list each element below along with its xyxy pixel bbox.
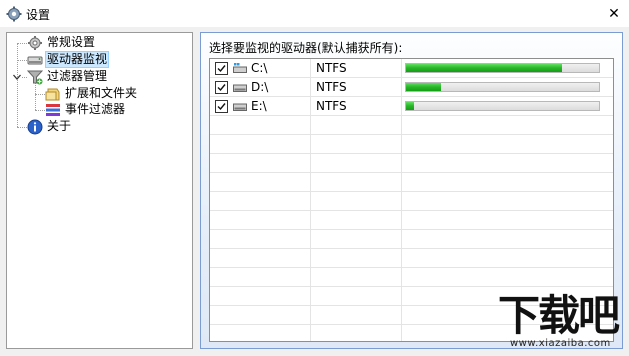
tree-item-label: 常规设置 <box>47 35 96 49</box>
empty-row <box>210 192 613 211</box>
system-drive-icon <box>233 63 247 73</box>
drive-checkbox[interactable] <box>215 99 228 113</box>
check-icon <box>217 102 226 110</box>
tree-item-general-settings[interactable]: 常规设置 <box>27 34 97 51</box>
site-watermark: 下载吧 www.xiazaiba.com <box>486 292 626 354</box>
tree-item-event-filters[interactable]: 事件过滤器 <box>45 101 127 118</box>
drive-checkbox[interactable] <box>215 80 228 94</box>
tree-item-label: 过滤器管理 <box>47 69 108 83</box>
empty-row <box>210 268 613 287</box>
empty-row <box>210 173 613 192</box>
settings-app-icon <box>6 6 22 22</box>
settings-tree[interactable]: 常规设置 驱动器监视 过滤器管理 扩展和文件夹 事件过滤器 关于 <box>6 32 193 349</box>
usage-bar <box>405 101 600 111</box>
tree-connector <box>35 110 45 111</box>
drive-row[interactable]: E:\ NTFS <box>210 97 613 116</box>
gear-icon <box>28 35 42 50</box>
tree-item-extensions-folders[interactable]: 扩展和文件夹 <box>45 85 139 102</box>
drive-cell: E:\ <box>210 97 310 115</box>
event-filter-icon <box>46 103 60 116</box>
usage-bar-fill <box>406 83 441 91</box>
watermark-url: www.xiazaiba.com <box>510 338 611 349</box>
title-bar: 设置 ✕ <box>0 0 629 27</box>
empty-row <box>210 116 613 135</box>
folder-icon <box>45 88 60 100</box>
tree-connector <box>17 43 18 127</box>
watermark-logo-text: 下载吧 <box>498 291 620 340</box>
tree-item-label: 扩展和文件夹 <box>65 86 138 100</box>
tree-item-filter-management[interactable]: 过滤器管理 <box>27 68 109 85</box>
tree-collapse-chevron-icon[interactable] <box>12 72 22 82</box>
drive-fs-cell: NTFS <box>316 78 401 96</box>
empty-row <box>210 211 613 230</box>
drive-name: C:\ <box>251 61 268 75</box>
usage-bar <box>405 63 600 73</box>
filter-icon <box>27 70 43 84</box>
drive-icon <box>233 103 247 111</box>
check-icon <box>217 83 226 91</box>
usage-cell <box>401 59 613 77</box>
usage-bar-fill <box>406 102 414 110</box>
window-title: 设置 <box>26 8 51 22</box>
tree-item-label: 事件过滤器 <box>65 102 126 116</box>
drive-cell: C:\ <box>210 59 310 77</box>
usage-bar <box>405 82 600 92</box>
drive-cell: D:\ <box>210 78 310 96</box>
tree-item-label: 关于 <box>47 119 72 133</box>
tree-connector <box>17 60 27 61</box>
empty-row <box>210 230 613 249</box>
check-icon <box>217 64 226 72</box>
drive-name: E:\ <box>251 99 267 113</box>
drive-checkbox[interactable] <box>215 61 228 75</box>
empty-row <box>210 249 613 268</box>
info-icon <box>27 119 43 134</box>
drive-row[interactable]: C:\ NTFS <box>210 59 613 78</box>
tree-item-label: 驱动器监视 <box>45 51 110 68</box>
drive-icon <box>27 56 43 64</box>
tree-connector <box>35 94 45 95</box>
drive-icon <box>233 84 247 92</box>
tree-connector <box>17 43 27 44</box>
usage-bar-fill <box>406 64 563 72</box>
drive-fs: NTFS <box>316 61 347 75</box>
tree-item-drive-monitor[interactable]: 驱动器监视 <box>27 51 110 68</box>
tree-connector <box>35 83 36 110</box>
drive-fs-cell: NTFS <box>316 97 401 115</box>
drive-fs: NTFS <box>316 80 347 94</box>
usage-cell <box>401 78 613 96</box>
drive-fs-cell: NTFS <box>316 59 401 77</box>
drive-row[interactable]: D:\ NTFS <box>210 78 613 97</box>
tree-item-about[interactable]: 关于 <box>27 118 73 135</box>
close-button[interactable]: ✕ <box>599 0 629 27</box>
drive-name: D:\ <box>251 80 269 94</box>
empty-row <box>210 154 613 173</box>
close-icon: ✕ <box>608 5 620 22</box>
panel-title: 选择要监视的驱动器(默认捕获所有): <box>209 41 403 55</box>
drive-fs: NTFS <box>316 99 347 113</box>
tree-connector <box>17 127 27 128</box>
empty-row <box>210 135 613 154</box>
usage-cell <box>401 97 613 115</box>
